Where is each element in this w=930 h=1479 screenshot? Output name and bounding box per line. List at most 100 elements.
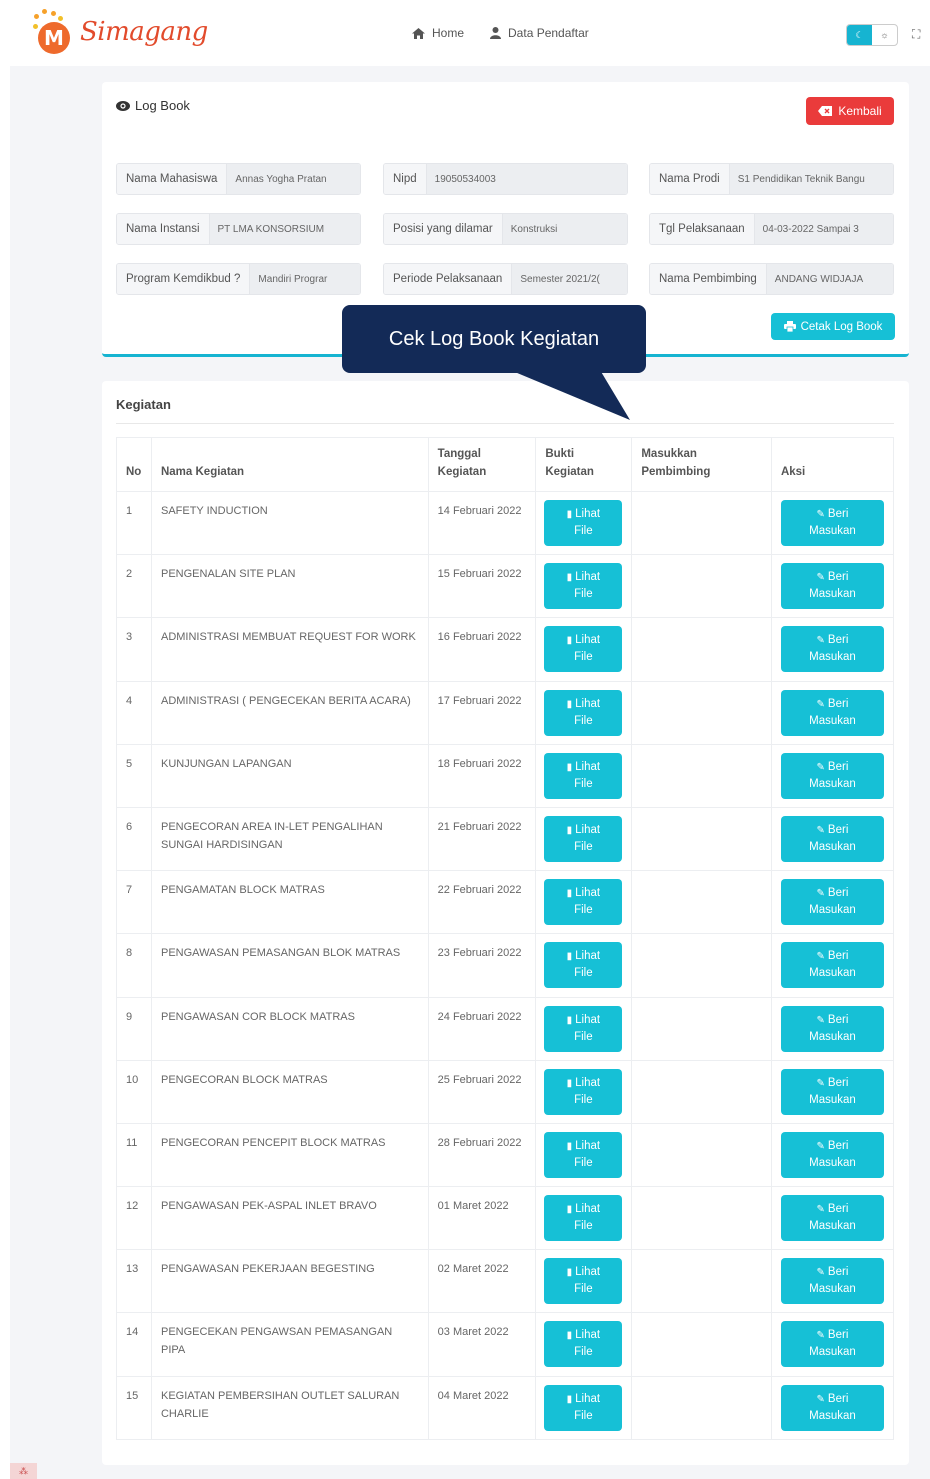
give-feedback-button[interactable]: ✎ Beri Masukan <box>780 752 884 799</box>
row-tanggal: 21 Februari 2022 <box>427 806 537 872</box>
logbook-title-text: Log Book <box>135 98 190 113</box>
field-label: Nama Pembimbing <box>650 264 767 294</box>
give-feedback-label: Beri <box>827 571 849 584</box>
printer-icon <box>783 321 796 332</box>
row-masukan <box>631 617 772 682</box>
field-periode: Periode Pelaksanaan Semester 2021/2( <box>383 263 628 295</box>
give-feedback-button[interactable]: ✎ Beri Masukan <box>780 1068 884 1115</box>
view-file-button[interactable]: ▮ Lihat File <box>544 815 623 862</box>
view-file-button[interactable]: ▮ Lihat File <box>544 1131 623 1178</box>
row-bukti: ▮ Lihat File <box>535 1249 633 1314</box>
row-tanggal: 24 Februari 2022 <box>427 996 537 1061</box>
view-file-button[interactable]: ▮ Lihat File <box>544 1005 623 1052</box>
give-feedback-label-2: Masukan <box>809 904 856 917</box>
view-file-label: Lihat <box>575 1266 601 1279</box>
edit-icon: ✎ <box>816 1077 825 1089</box>
row-nama-kegiatan: SAFETY INDUCTION <box>150 490 429 556</box>
theme-toggle[interactable]: ☾ ☼ <box>846 24 898 46</box>
give-feedback-button[interactable]: ✎ Beri Masukan <box>780 1195 884 1242</box>
row-nama-kegiatan: PENGECORAN AREA IN-LET PENGALIHAN SUNGAI… <box>150 806 429 872</box>
row-masukan <box>631 806 772 872</box>
field-label: Nama Prodi <box>650 164 730 194</box>
give-feedback-button[interactable]: ✎ Beri Masukan <box>780 1321 884 1368</box>
view-file-button[interactable]: ▮ Lihat File <box>544 1258 623 1305</box>
print-logbook-button[interactable]: Cetak Log Book <box>771 313 895 340</box>
sun-icon[interactable]: ☼ <box>872 25 897 45</box>
row-nama-kegiatan: ADMINISTRASI MEMBUAT REQUEST FOR WORK <box>150 617 429 682</box>
view-file-label-2: File <box>574 777 593 790</box>
view-file-label-2: File <box>574 1156 593 1169</box>
row-bukti: ▮ Lihat File <box>535 996 633 1061</box>
view-file-button[interactable]: ▮ Lihat File <box>544 500 623 546</box>
nav-data-pendaftar-label: Data Pendaftar <box>508 26 589 40</box>
view-file-label-2: File <box>574 651 593 664</box>
row-aksi: ✎ Beri Masukan <box>770 1122 895 1188</box>
row-aksi: ✎ Beri Masukan <box>770 1375 895 1440</box>
row-no: 8 <box>116 933 152 998</box>
row-aksi: ✎ Beri Masukan <box>770 933 895 998</box>
field-label: Periode Pelaksanaan <box>384 264 513 294</box>
give-feedback-button[interactable]: ✎ Beri Masukan <box>780 1005 884 1052</box>
row-no: 5 <box>116 743 152 808</box>
file-icon: ▮ <box>566 1140 573 1152</box>
eye-icon <box>116 100 130 111</box>
view-file-button[interactable]: ▮ Lihat File <box>544 1195 623 1242</box>
give-feedback-button[interactable]: ✎ Beri Masukan <box>780 626 884 673</box>
give-feedback-label-2: Masukan <box>809 588 856 601</box>
table-row: 5 KUNJUNGAN LAPANGAN 18 Februari 2022 ▮ Liha… <box>116 743 895 808</box>
give-feedback-button[interactable]: ✎ Beri Masukan <box>780 500 884 546</box>
row-nama-kegiatan: KUNJUNGAN LAPANGAN <box>150 743 429 808</box>
view-file-button[interactable]: ▮ Lihat File <box>544 1321 623 1368</box>
row-masukan <box>631 1312 772 1377</box>
give-feedback-label: Beri <box>827 760 849 773</box>
give-feedback-button[interactable]: ✎ Beri Masukan <box>780 1258 884 1305</box>
table-row: 4 ADMINISTRASI ( PENGECEKAN BERITA ACARA)… <box>116 680 895 745</box>
moon-icon[interactable]: ☾ <box>847 25 872 45</box>
col-masukan: Masukkan Pembimbing <box>631 437 772 492</box>
field-label: Nama Mahasiswa <box>117 164 228 194</box>
field-posisi: Posisi yang dilamar Konstruksi <box>383 213 628 245</box>
view-file-button[interactable]: ▮ Lihat File <box>544 689 623 736</box>
view-file-button[interactable]: ▮ Lihat File <box>544 752 623 799</box>
nav-home-label: Home <box>432 26 465 40</box>
nav-home[interactable]: Home <box>412 26 464 40</box>
file-icon: ▮ <box>566 1267 573 1279</box>
edit-icon: ✎ <box>816 698 825 710</box>
edit-icon: ✎ <box>816 1014 825 1026</box>
view-file-button[interactable]: ▮ Lihat File <box>544 1384 623 1431</box>
row-tanggal: 04 Maret 2022 <box>427 1375 537 1440</box>
fullscreen-icon[interactable]: ⛶ <box>912 27 920 42</box>
row-tanggal: 15 Februari 2022 <box>427 554 537 619</box>
view-file-label: Lihat <box>575 823 601 836</box>
view-file-button[interactable]: ▮ Lihat File <box>544 879 623 926</box>
view-file-button[interactable]: ▮ Lihat File <box>544 942 623 989</box>
give-feedback-label-2: Masukan <box>809 1030 856 1043</box>
view-file-button[interactable]: ▮ Lihat File <box>544 563 623 610</box>
back-button[interactable]: Kembali <box>806 97 894 125</box>
give-feedback-button[interactable]: ✎ Beri Masukan <box>780 942 884 989</box>
app-logo[interactable]: M Simagang <box>32 8 208 56</box>
table-row: 7 PENGAMATAN BLOCK MATRAS 22 Februari 2022… <box>116 870 895 935</box>
edit-icon: ✎ <box>816 1393 825 1405</box>
row-bukti: ▮ Lihat File <box>535 933 633 998</box>
give-feedback-label-2: Masukan <box>809 651 856 664</box>
give-feedback-button[interactable]: ✎ Beri Masukan <box>780 563 884 610</box>
nav-data-pendaftar[interactable]: Data Pendaftar <box>490 26 589 40</box>
edit-icon: ✎ <box>816 1267 825 1279</box>
give-feedback-label-2: Masukan <box>809 777 856 790</box>
give-feedback-button[interactable]: ✎ Beri Masukan <box>780 1384 884 1431</box>
give-feedback-button[interactable]: ✎ Beri Masukan <box>780 1131 884 1178</box>
give-feedback-button[interactable]: ✎ Beri Masukan <box>780 879 884 926</box>
field-label: Tgl Pelaksanaan <box>650 214 755 244</box>
view-file-button[interactable]: ▮ Lihat File <box>544 1068 623 1115</box>
row-nama-kegiatan: PENGECORAN PENCEPIT BLOCK MATRAS <box>150 1122 429 1188</box>
row-tanggal: 03 Maret 2022 <box>427 1312 537 1377</box>
row-tanggal: 25 Februari 2022 <box>427 1059 537 1124</box>
view-file-button[interactable]: ▮ Lihat File <box>544 626 623 673</box>
view-file-label: Lihat <box>575 571 601 584</box>
give-feedback-button[interactable]: ✎ Beri Masukan <box>780 689 884 736</box>
row-nama-kegiatan: PENGENALAN SITE PLAN <box>150 554 429 619</box>
row-aksi: ✎ Beri Masukan <box>770 617 895 682</box>
field-program: Program Kemdikbud ? Mandiri Prograr <box>116 263 361 295</box>
give-feedback-button[interactable]: ✎ Beri Masukan <box>780 815 884 862</box>
